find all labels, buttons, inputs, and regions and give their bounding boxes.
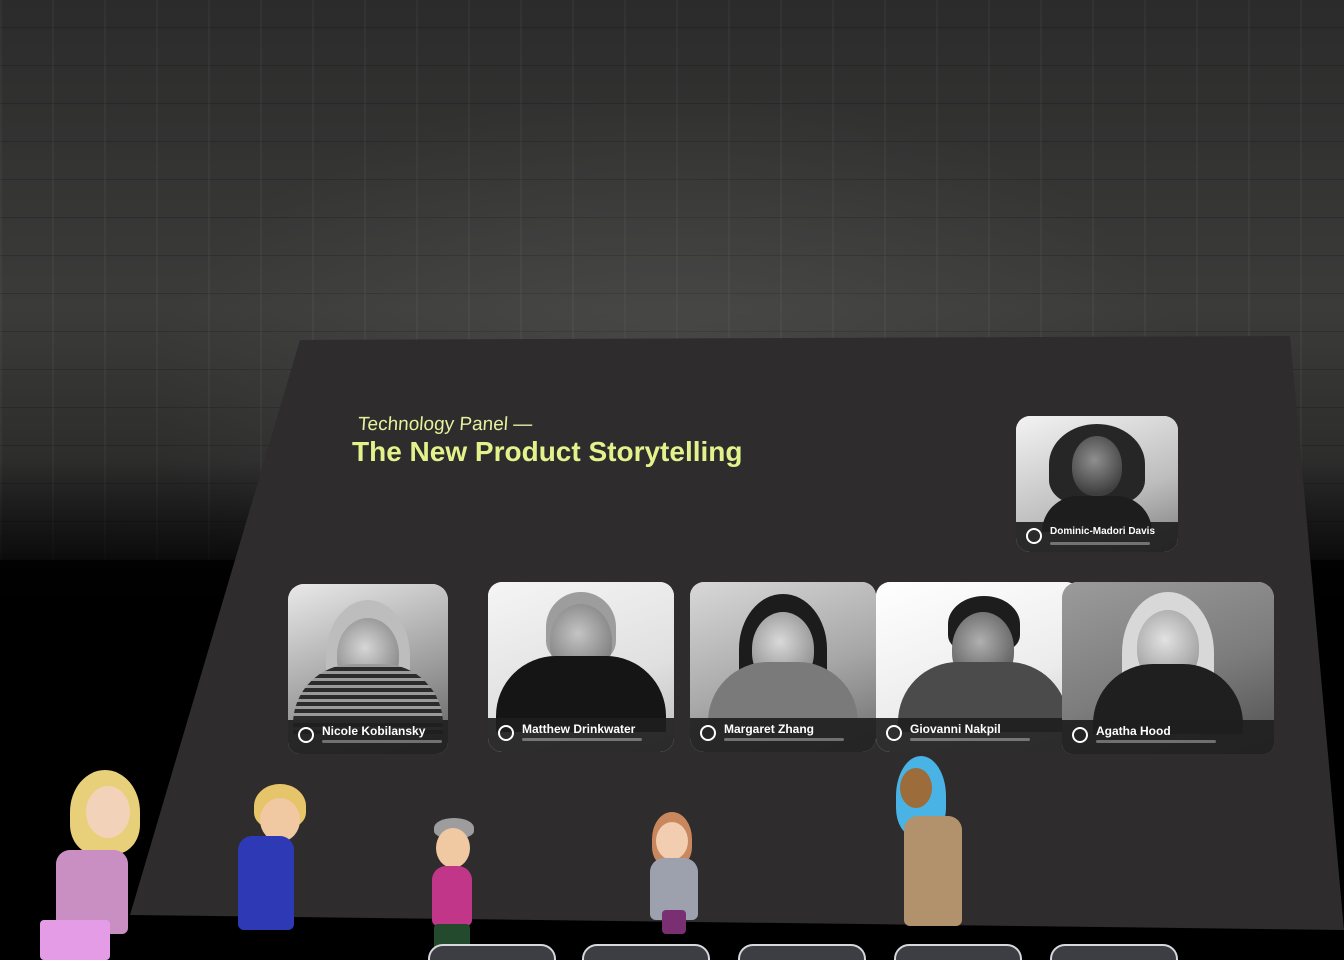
avatar-grey-jacket[interactable] [594, 810, 704, 960]
toolbar-button[interactable] [738, 944, 866, 960]
speaker-role-line [1096, 740, 1216, 743]
avatar-body [238, 836, 294, 930]
speaker-name: Dominic-Madori Davis [1050, 526, 1156, 537]
speaker-role-line [910, 738, 1030, 741]
speaker-logo-icon [1072, 727, 1088, 743]
speaker-nameplate: Margaret Zhang [690, 718, 876, 752]
speaker-role-line [322, 740, 442, 743]
speaker-nameplate: Agatha Hood [1062, 720, 1274, 754]
avatar-blue-hair[interactable] [870, 756, 970, 960]
toolbar-button[interactable] [894, 944, 1022, 960]
speaker-name: Agatha Hood [1096, 724, 1171, 738]
speaker-card[interactable]: Agatha Hood [1062, 582, 1274, 754]
speaker-nameplate: Nicole Kobilansky [288, 720, 448, 754]
speaker-name: Matthew Drinkwater [522, 722, 636, 736]
avatar-head [900, 768, 932, 808]
toolbar-button[interactable] [1050, 944, 1178, 960]
speaker-nameplate: Matthew Drinkwater [488, 718, 674, 752]
avatar-head [436, 828, 470, 868]
speaker-logo-icon [298, 727, 314, 743]
panel-subtitle: Technology Panel — [357, 414, 534, 435]
speaker-card[interactable]: Margaret Zhang [690, 582, 876, 752]
speaker-nameplate: Giovanni Nakpil [876, 718, 1080, 752]
avatar-head [86, 786, 130, 838]
speaker-name: Margaret Zhang [724, 722, 815, 736]
speaker-name: Giovanni Nakpil [910, 722, 1001, 736]
speaker-name: Nicole Kobilansky [322, 724, 426, 738]
speaker-logo-icon [498, 725, 514, 741]
speaker-role-line [724, 738, 844, 741]
speaker-logo-icon [700, 725, 716, 741]
featured-speaker-card[interactable]: Dominic-Madori Davis [1016, 416, 1178, 552]
vr-scene: Technology Panel — The New Product Story… [0, 0, 1344, 960]
bottom-toolbar [0, 944, 1344, 960]
toolbar-button[interactable] [582, 944, 710, 960]
toolbar-button[interactable] [428, 944, 556, 960]
speaker-card[interactable]: Giovanni Nakpil [876, 582, 1080, 752]
speaker-nameplate: Dominic-Madori Davis [1016, 522, 1178, 552]
speaker-face [1072, 436, 1122, 496]
avatar-body [904, 816, 962, 926]
panel-title: The New Product Storytelling [352, 436, 743, 467]
speaker-logo-icon [886, 725, 902, 741]
speaker-role-line [522, 738, 642, 741]
speaker-card[interactable]: Matthew Drinkwater [488, 582, 674, 752]
speaker-role-line [1050, 542, 1150, 545]
avatar-body [432, 866, 472, 926]
avatar-blue-hoodie[interactable] [234, 784, 314, 960]
speaker-logo-icon [1026, 528, 1042, 544]
avatar-legs [662, 910, 686, 934]
speaker-card[interactable]: Nicole Kobilansky [288, 584, 448, 754]
avatar-head [656, 822, 688, 860]
avatar-blonde-glasses[interactable] [20, 770, 140, 960]
avatar-grey-cap[interactable] [412, 812, 482, 960]
